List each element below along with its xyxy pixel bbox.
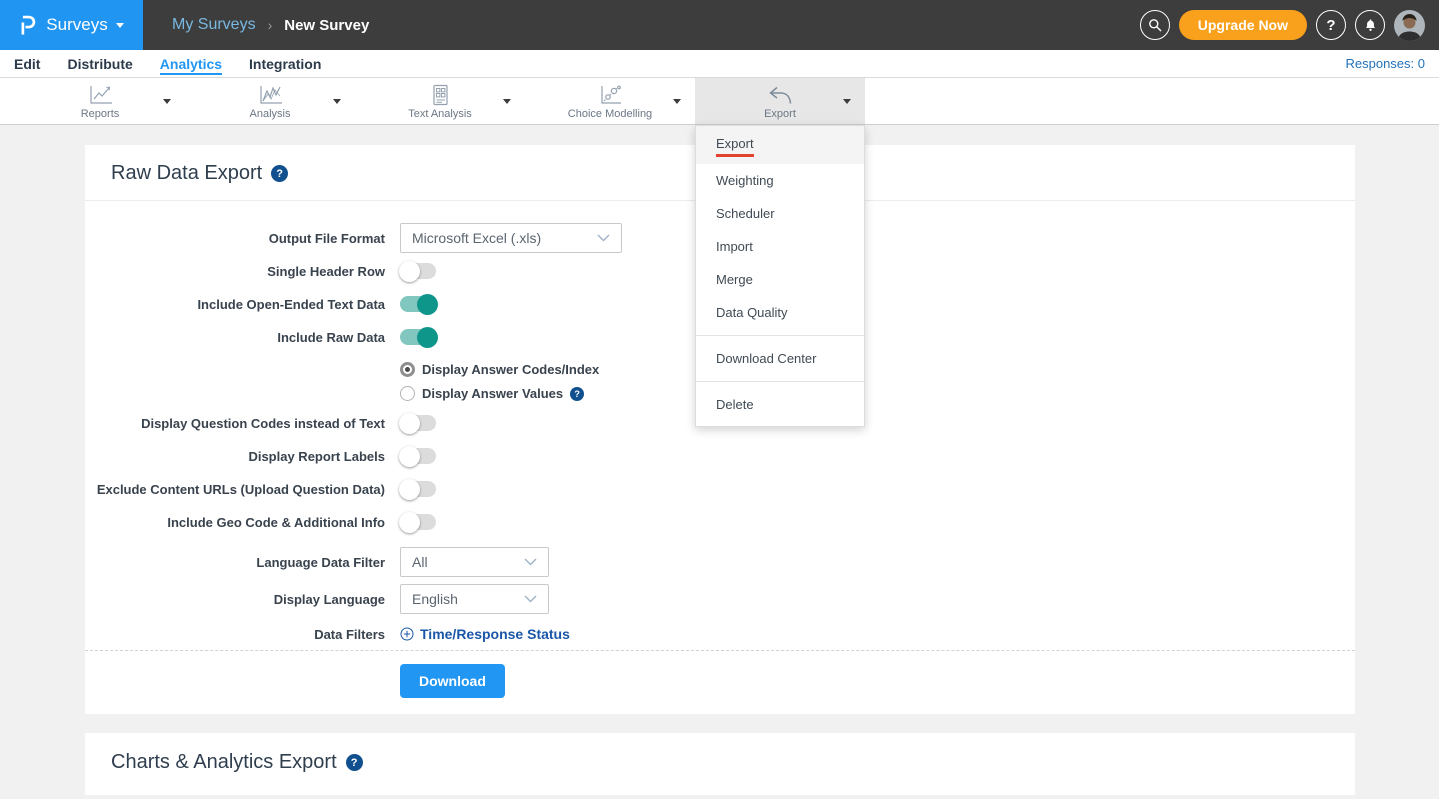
tab-distribute[interactable]: Distribute bbox=[67, 56, 132, 72]
radio-unselected-icon bbox=[400, 386, 415, 401]
menu-item-import[interactable]: Import bbox=[696, 230, 864, 263]
report-labels-label: Display Report Labels bbox=[85, 449, 385, 464]
menu-item-export[interactable]: Export bbox=[696, 126, 864, 164]
download-button[interactable]: Download bbox=[400, 664, 505, 698]
app-name: Surveys bbox=[46, 15, 107, 35]
charts-analytics-export-card: Charts & Analytics Export ? bbox=[85, 733, 1355, 795]
notifications-button[interactable] bbox=[1355, 10, 1385, 40]
page-title: Raw Data Export bbox=[111, 162, 262, 185]
language-data-filter-label: Language Data Filter bbox=[85, 555, 385, 570]
chevron-down-icon[interactable] bbox=[503, 99, 511, 104]
scatter-chart-icon bbox=[597, 82, 623, 106]
single-header-row-label: Single Header Row bbox=[85, 264, 385, 279]
geo-code-label: Include Geo Code & Additional Info bbox=[85, 515, 385, 530]
geo-code-toggle[interactable] bbox=[400, 514, 436, 530]
document-grid-icon bbox=[428, 82, 452, 106]
upgrade-now-button[interactable]: Upgrade Now bbox=[1179, 10, 1307, 40]
surveys-app-switcher[interactable]: Surveys bbox=[0, 0, 143, 50]
section-title: Charts & Analytics Export bbox=[111, 751, 337, 774]
menu-item-merge[interactable]: Merge bbox=[696, 263, 864, 296]
search-icon bbox=[1147, 17, 1163, 33]
toolbar-item-label: Export bbox=[764, 108, 796, 120]
toolbar-item-analysis[interactable]: Analysis bbox=[185, 78, 355, 124]
zigzag-chart-icon bbox=[257, 82, 284, 106]
question-mark-icon: ? bbox=[1326, 17, 1335, 34]
bell-icon bbox=[1363, 17, 1378, 33]
download-button-row: Download bbox=[85, 651, 1355, 714]
menu-item-delete[interactable]: Delete bbox=[696, 388, 864, 421]
radio-display-answer-values[interactable]: Display Answer Values ? bbox=[400, 386, 1355, 401]
single-header-row-toggle[interactable] bbox=[400, 263, 436, 279]
question-codes-label: Display Question Codes instead of Text bbox=[85, 416, 385, 431]
display-language-label: Display Language bbox=[85, 592, 385, 607]
menu-item-weighting[interactable]: Weighting bbox=[696, 164, 864, 197]
time-response-status-link[interactable]: Time/Response Status bbox=[400, 626, 570, 642]
chevron-down-icon[interactable] bbox=[673, 99, 681, 104]
toolbar-item-label: Reports bbox=[81, 108, 120, 120]
menu-divider bbox=[696, 381, 864, 382]
user-avatar[interactable] bbox=[1394, 10, 1425, 41]
menu-item-download-center[interactable]: Download Center bbox=[696, 342, 864, 375]
tab-edit[interactable]: Edit bbox=[14, 56, 40, 72]
chevron-down-icon[interactable] bbox=[843, 99, 851, 104]
chevron-down-icon bbox=[524, 558, 537, 566]
output-file-format-select[interactable]: Microsoft Excel (.xls) bbox=[400, 223, 622, 253]
help-icon[interactable]: ? bbox=[346, 754, 363, 771]
include-open-ended-toggle[interactable] bbox=[400, 296, 436, 312]
answer-display-radio-group: Display Answer Codes/Index Display Answe… bbox=[400, 362, 1355, 401]
display-language-select[interactable]: English bbox=[400, 584, 549, 614]
question-codes-toggle[interactable] bbox=[400, 415, 436, 431]
tab-analytics[interactable]: Analytics bbox=[160, 56, 222, 72]
include-raw-data-label: Include Raw Data bbox=[85, 330, 385, 345]
include-raw-data-toggle[interactable] bbox=[400, 329, 436, 345]
header-actions: Upgrade Now ? bbox=[1140, 0, 1439, 50]
plus-circle-icon bbox=[400, 627, 414, 641]
chevron-down-icon bbox=[524, 595, 537, 603]
menu-item-scheduler[interactable]: Scheduler bbox=[696, 197, 864, 230]
toolbar-item-reports[interactable]: Reports bbox=[15, 78, 185, 124]
menu-item-data-quality[interactable]: Data Quality bbox=[696, 296, 864, 329]
toolbar-item-label: Analysis bbox=[250, 108, 291, 120]
help-button[interactable]: ? bbox=[1316, 10, 1346, 40]
breadcrumb-my-surveys[interactable]: My Surveys bbox=[172, 16, 256, 34]
chevron-down-icon[interactable] bbox=[163, 99, 171, 104]
analytics-toolbar: Reports Analysis Text Analysis bbox=[0, 78, 1439, 125]
top-header: Surveys My Surveys › New Survey Upgrade … bbox=[0, 0, 1439, 50]
charts-analytics-export-header: Charts & Analytics Export ? bbox=[85, 733, 1355, 792]
breadcrumb: My Surveys › New Survey bbox=[143, 0, 1140, 50]
toolbar-item-text-analysis[interactable]: Text Analysis bbox=[355, 78, 525, 124]
report-labels-toggle[interactable] bbox=[400, 448, 436, 464]
radio-selected-icon bbox=[400, 362, 415, 377]
chevron-down-icon[interactable] bbox=[333, 99, 341, 104]
search-button[interactable] bbox=[1140, 10, 1170, 40]
exclude-content-urls-label: Exclude Content URLs (Upload Question Da… bbox=[85, 482, 385, 497]
breadcrumb-current-survey: New Survey bbox=[284, 17, 369, 34]
toolbar-item-label: Choice Modelling bbox=[568, 108, 652, 120]
toolbar-item-export[interactable]: Export bbox=[695, 78, 865, 124]
help-icon[interactable]: ? bbox=[570, 387, 584, 401]
help-icon[interactable]: ? bbox=[271, 165, 288, 182]
responses-count: Responses: 0 bbox=[1346, 56, 1426, 71]
share-arrow-icon bbox=[766, 82, 794, 106]
chevron-down-icon bbox=[597, 234, 610, 242]
exclude-content-urls-toggle[interactable] bbox=[400, 481, 436, 497]
toolbar-item-label: Text Analysis bbox=[408, 108, 472, 120]
export-dropdown-menu: Export Weighting Scheduler Import Merge … bbox=[695, 125, 865, 427]
tab-integration[interactable]: Integration bbox=[249, 56, 321, 72]
survey-section-nav: Edit Distribute Analytics Integration Re… bbox=[0, 50, 1439, 78]
chevron-down-icon bbox=[116, 23, 124, 28]
language-data-filter-select[interactable]: All bbox=[400, 547, 549, 577]
include-open-ended-label: Include Open-Ended Text Data bbox=[85, 297, 385, 312]
menu-divider bbox=[696, 335, 864, 336]
questionpro-logo-icon bbox=[19, 14, 38, 37]
radio-display-answer-codes[interactable]: Display Answer Codes/Index bbox=[400, 362, 1355, 377]
line-chart-icon bbox=[87, 82, 114, 106]
output-file-format-label: Output File Format bbox=[85, 231, 385, 246]
breadcrumb-separator: › bbox=[268, 17, 273, 33]
toolbar-item-choice-modelling[interactable]: Choice Modelling bbox=[525, 78, 695, 124]
data-filters-label: Data Filters bbox=[85, 627, 385, 642]
